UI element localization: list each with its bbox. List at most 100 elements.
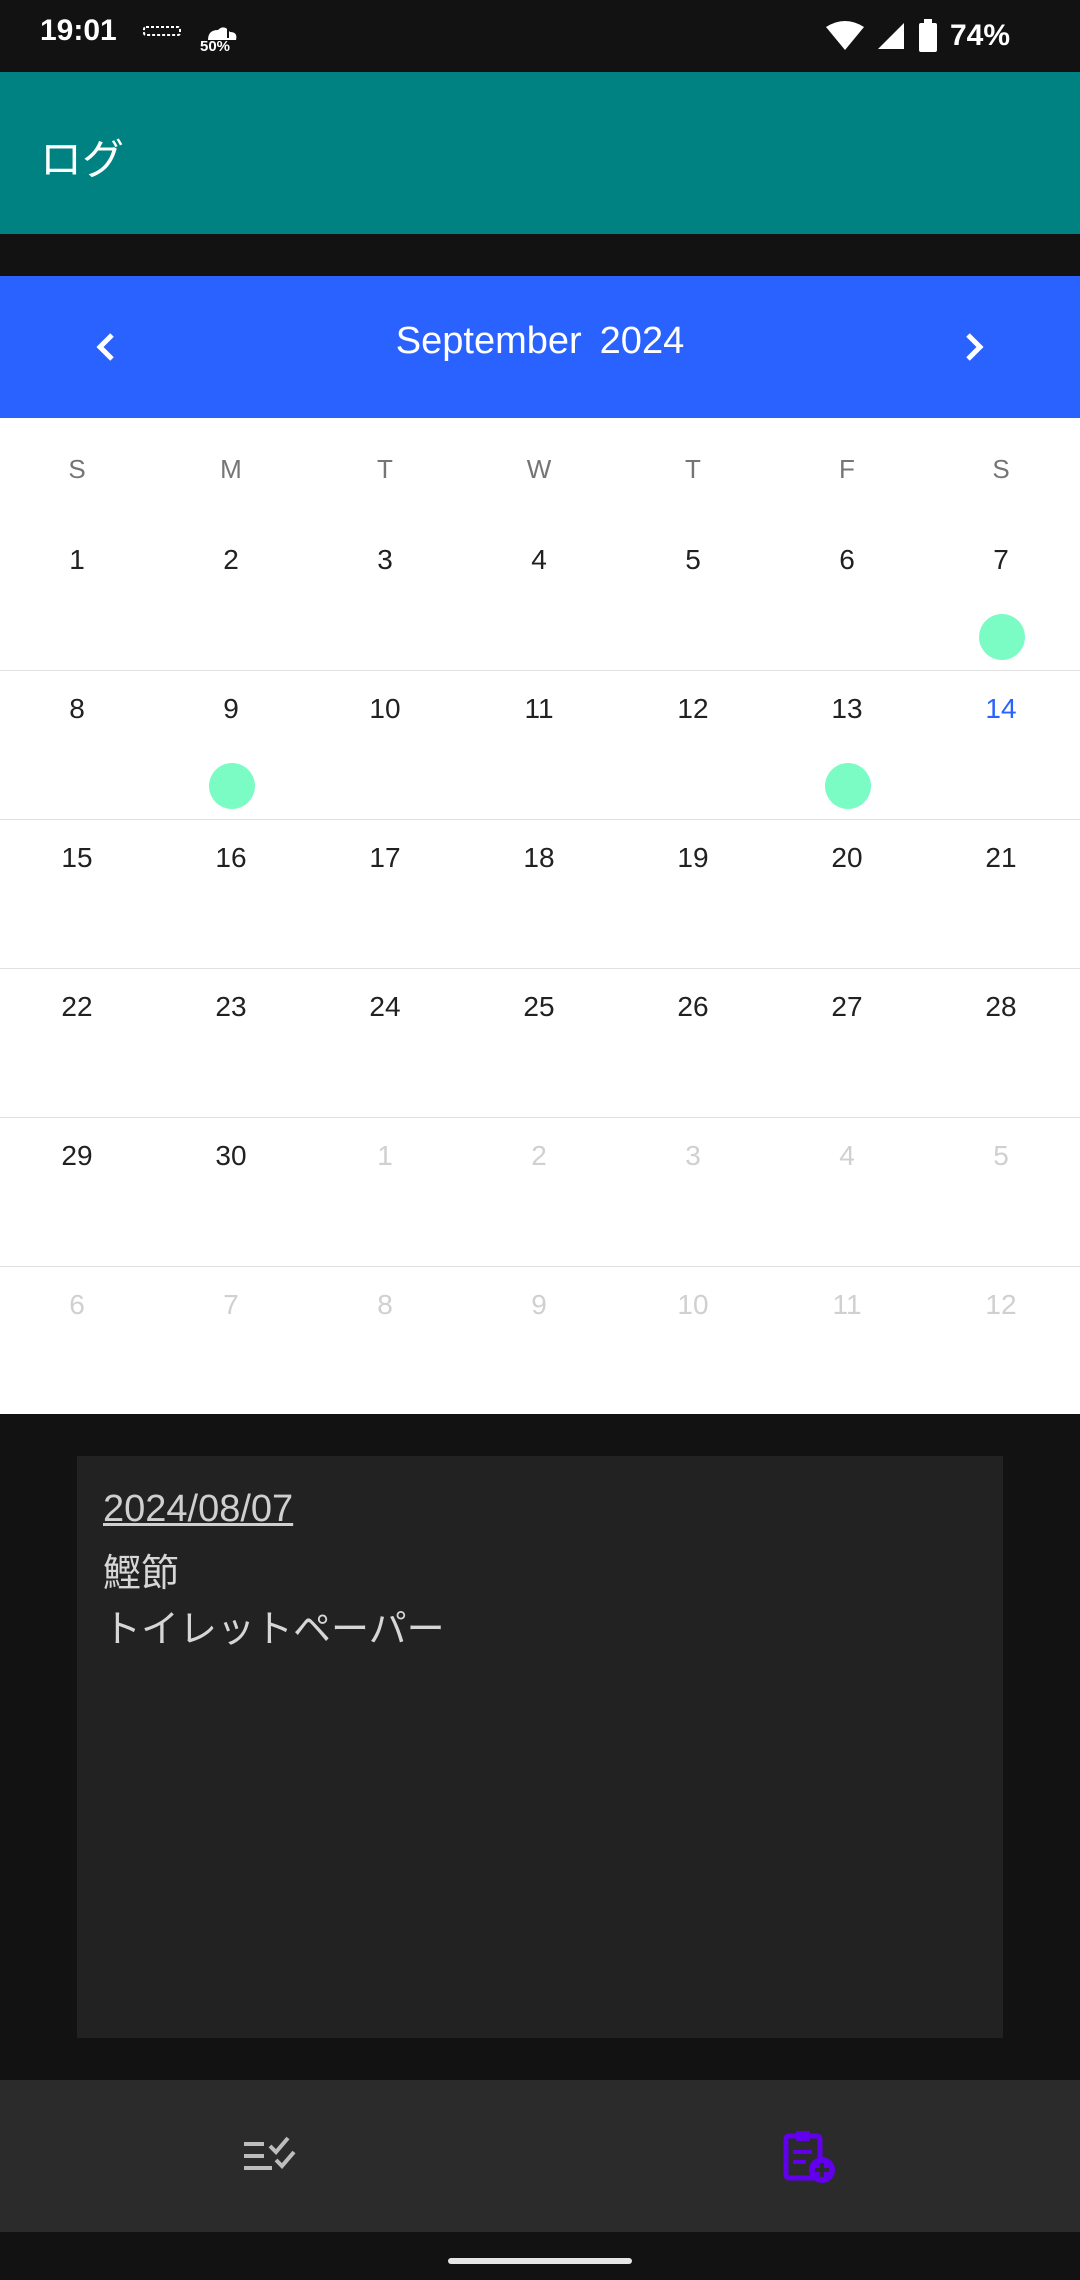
day-number: 3 (685, 1140, 701, 1171)
calendar-day[interactable]: 5 (924, 1118, 1078, 1266)
calendar-day[interactable]: 6 (770, 522, 924, 670)
day-number: 13 (831, 693, 863, 724)
calendar-day[interactable]: 2 (462, 1118, 616, 1266)
day-number: 12 (985, 1289, 1017, 1320)
calendar-day[interactable]: 4 (770, 1118, 924, 1266)
calendar-day[interactable]: 9 (462, 1267, 616, 1415)
calendar-day[interactable]: 19 (616, 820, 770, 968)
weekday-label: S (992, 454, 1010, 484)
calendar-day[interactable]: 29 (0, 1118, 154, 1266)
calendar-day[interactable]: 3 (616, 1118, 770, 1266)
weekday-label: T (377, 454, 393, 484)
day-number: 27 (831, 991, 863, 1022)
calendar-day[interactable]: 25 (462, 969, 616, 1117)
calendar-week-row: 6 7 8 9 10 11 12 (0, 1267, 1080, 1415)
battery-icon (918, 19, 937, 52)
calendar-month: September (395, 320, 582, 362)
calendar-day[interactable]: 22 (0, 969, 154, 1117)
day-number: 10 (369, 693, 401, 724)
calendar-day[interactable]: 26 (616, 969, 770, 1117)
day-number: 23 (215, 991, 247, 1022)
calendar-day[interactable]: 11 (770, 1267, 924, 1415)
calendar-day[interactable]: 2 (154, 522, 308, 670)
calendar-day[interactable]: 15 (0, 820, 154, 968)
gesture-handle[interactable] (448, 2258, 632, 2264)
day-number: 7 (993, 544, 1009, 575)
calendar-day[interactable]: 3 (308, 522, 462, 670)
calendar-day[interactable]: 27 (770, 969, 924, 1117)
bottom-navigation (0, 2080, 1080, 2232)
calendar-day[interactable]: 10 (616, 1267, 770, 1415)
day-number: 10 (677, 1289, 709, 1320)
weekday-label: M (220, 454, 242, 484)
calendar-day[interactable]: 20 (770, 820, 924, 968)
weekday-label: T (685, 454, 701, 484)
calendar-day[interactable]: 7 (924, 522, 1078, 670)
calendar-day[interactable]: 8 (308, 1267, 462, 1415)
weekday-label: F (839, 454, 855, 484)
calendar-year: 2024 (599, 320, 685, 362)
day-number: 5 (993, 1140, 1009, 1171)
wifi-icon (825, 21, 864, 50)
calendar-week-row: 15 16 17 18 19 20 21 (0, 820, 1080, 969)
calendar-day[interactable]: 12 (924, 1267, 1078, 1415)
calendar-week-row: 1 2 3 4 5 6 7 (0, 522, 1080, 671)
calendar-day[interactable]: 1 (308, 1118, 462, 1266)
calendar-day[interactable]: 16 (154, 820, 308, 968)
log-note-card[interactable]: 2024/08/07 鰹節 トイレットペーパー (77, 1456, 1003, 2038)
weekday-header-row: S M T W T F S (0, 418, 1080, 522)
note-line: 鰹節 (103, 1551, 180, 1595)
day-number: 11 (832, 1289, 862, 1320)
calendar-day[interactable]: 5 (616, 522, 770, 670)
day-number: 28 (985, 991, 1017, 1022)
calendar-day[interactable]: 9 (154, 671, 308, 819)
day-number: 8 (69, 693, 85, 724)
calendar-day[interactable]: 23 (154, 969, 308, 1117)
note-line: トイレットペーパー (103, 1607, 445, 1651)
day-number: 4 (839, 1140, 855, 1171)
day-number: 6 (839, 544, 855, 575)
calendar-day[interactable]: 1 (0, 522, 154, 670)
next-month-button[interactable] (938, 312, 1008, 382)
day-number: 22 (61, 991, 93, 1022)
note-date[interactable]: 2024/08/07 (103, 1488, 293, 1531)
calendar-day[interactable]: 4 (462, 522, 616, 670)
calendar-day[interactable]: 6 (0, 1267, 154, 1415)
calendar-day[interactable]: 30 (154, 1118, 308, 1266)
day-number: 2 (223, 544, 239, 575)
day-number: 9 (531, 1289, 547, 1320)
calendar-day[interactable]: 18 (462, 820, 616, 968)
nav-checklist-button[interactable] (0, 2080, 540, 2232)
calendar-day[interactable]: 17 (308, 820, 462, 968)
weather-label: 50% (200, 38, 231, 55)
day-number: 30 (215, 1140, 247, 1171)
day-number: 6 (69, 1289, 85, 1320)
day-number: 24 (369, 991, 401, 1022)
calendar-day[interactable]: 24 (308, 969, 462, 1117)
log-marker-dot (979, 614, 1025, 660)
day-number: 21 (985, 842, 1017, 873)
day-number: 1 (69, 544, 85, 575)
day-number: 1 (377, 1140, 393, 1171)
nav-log-button[interactable] (540, 2080, 1080, 2232)
calendar-day[interactable]: 11 (462, 671, 616, 819)
calendar-day[interactable]: 10 (308, 671, 462, 819)
weekday-label: S (68, 454, 86, 484)
page-title: ログ (40, 135, 125, 184)
day-number: 12 (677, 693, 709, 724)
weekday-label: W (526, 454, 552, 484)
spacer (0, 234, 1080, 276)
status-time: 19:01 (40, 14, 117, 47)
calendar-day[interactable]: 12 (616, 671, 770, 819)
calendar-day[interactable]: 21 (924, 820, 1078, 968)
calendar-day[interactable]: 13 (770, 671, 924, 819)
day-number: 29 (61, 1140, 93, 1171)
day-number: 15 (61, 842, 93, 873)
day-number: 26 (677, 991, 709, 1022)
day-number: 3 (377, 544, 393, 575)
calendar-day[interactable]: 14 (924, 671, 1078, 819)
calendar-day[interactable]: 8 (0, 671, 154, 819)
calendar-day[interactable]: 7 (154, 1267, 308, 1415)
day-number: 20 (831, 842, 863, 873)
calendar-day[interactable]: 28 (924, 969, 1078, 1117)
